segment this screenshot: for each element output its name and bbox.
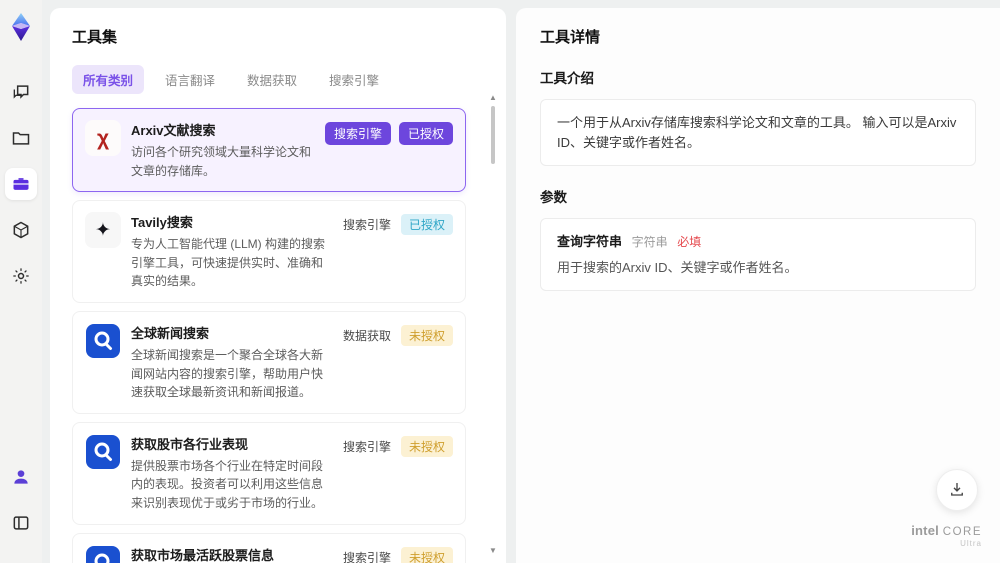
scrollbar-thumb[interactable] [491,106,495,164]
sidebar-item-collapse[interactable] [5,507,37,539]
scrollbar[interactable]: ▲ ▼ [488,94,498,557]
sidebar-item-folder[interactable] [5,122,37,154]
param-type: 字符串 [631,235,668,249]
params-card: 查询字符串 字符串 必填 用于搜索的Arxiv ID、关键字或作者姓名。 [540,218,976,291]
tool-status-badge: 未授权 [400,546,453,563]
params-heading: 参数 [540,190,567,205]
category-tab[interactable]: 语言翻译 [154,65,226,94]
category-tab[interactable]: 搜索引擎 [318,65,390,94]
tool-list: χ ✦ Arxiv文献搜索 访问各个研究领域大量科学论文和文章的存储库。 搜索引… [72,108,484,563]
tool-list-item[interactable]: χ ✦ 全球新闻搜索 全球新闻搜索是一个聚合全球各大新闻网站内容的搜索引擎，帮助… [72,310,466,414]
param-item: 查询字符串 字符串 必填 用于搜索的Arxiv ID、关键字或作者姓名。 [557,232,959,277]
sidebar-item-package[interactable] [5,214,37,246]
tool-icon: χ ✦ [85,120,121,156]
scroll-up-arrow[interactable]: ▲ [489,94,497,104]
page-title: 工具集 [72,29,118,46]
tool-icon: χ ✦ [85,212,121,249]
intro-card: 一个用于从Arxiv存储库搜索科学论文和文章的工具。 输入可以是Arxiv ID… [540,99,976,166]
tool-list-item[interactable]: χ ✦ Tavily搜索 专为人工智能代理 (LLM) 构建的搜索引擎工具，可快… [72,200,466,303]
tool-description: 提供股票市场各个行业在特定时间段内的表现。投资者可以利用这些信息来识别表现优于或… [131,458,324,510]
tool-list-panel: 工具集 所有类别语言翻译数据获取搜索引擎 χ ✦ Arxiv文献搜索 访问各个研… [50,8,506,563]
tool-status-badge: 未授权 [400,324,453,346]
chat-icon [11,82,31,102]
tool-name: Arxiv文献搜索 [131,123,216,138]
sidebar-item-profile[interactable] [5,461,37,493]
tool-category-tag: 搜索引擎 [324,122,391,145]
param-required-badge: 必填 [677,235,702,249]
folder-icon [11,128,31,148]
cube-icon [11,220,31,240]
tool-description: 访问各个研究领域大量科学论文和文章的存储库。 [131,145,312,178]
tool-category-tag: 搜索引擎 [342,550,391,563]
tool-status-badge: 未授权 [400,435,453,457]
tool-description: 全球新闻搜索是一个聚合全球各大新闻网站内容的搜索引擎，帮助用户快速获取全球最新资… [131,347,324,400]
tool-status-badge: 已授权 [400,214,453,236]
tool-category-tag: 搜索引擎 [342,218,391,233]
tool-category-tag: 数据获取 [342,328,391,343]
sidebar-item-chat[interactable] [5,76,37,108]
tool-list-item[interactable]: χ ✦ 获取市场最活跃股票信息 提供当天交易量最高的股票列表，投资者可以利用这些… [72,532,466,563]
download-icon [948,480,966,501]
tool-name: Tavily搜索 [131,215,193,231]
intro-text: 一个用于从Arxiv存储库搜索科学论文和文章的工具。 输入可以是Arxiv ID… [557,115,957,150]
tool-detail-panel: 工具详情 工具介绍 一个用于从Arxiv存储库搜索科学论文和文章的工具。 输入可… [516,8,1000,563]
param-name: 查询字符串 [557,234,623,249]
category-tabs: 所有类别 语言翻译 数据获取 搜索引擎 [72,65,484,94]
param-description: 用于搜索的Arxiv ID、关键字或作者姓名。 [557,259,798,275]
tool-name: 获取市场最活跃股票信息 [131,547,275,563]
tool-name: 获取股市各行业表现 [131,436,249,452]
tool-icon: χ ✦ [85,323,121,359]
sidebar-item-tools[interactable] [5,168,37,200]
intel-core-logo: intel core Ultra [911,522,982,549]
tool-icon: χ ✦ [85,545,121,563]
detail-title: 工具详情 [540,29,601,46]
params-list: 查询字符串 字符串 必填 用于搜索的Arxiv ID、关键字或作者姓名。 [557,232,959,277]
gear-icon [11,266,31,286]
tool-icon: χ ✦ [85,434,121,470]
tool-description: 专为人工智能代理 (LLM) 构建的搜索引擎工具，可快速提供实时、准确和真实的结… [131,237,326,289]
scrollbar-track[interactable] [488,104,498,547]
category-tab[interactable]: 所有类别 [72,65,145,94]
tool-list-item[interactable]: χ ✦ 获取股市各行业表现 提供股票市场各个行业在特定时间段内的表现。投资者可以… [72,421,466,525]
tool-list-item[interactable]: χ ✦ Arxiv文献搜索 访问各个研究领域大量科学论文和文章的存储库。 搜索引… [72,108,466,193]
panel-toggle-icon [11,513,31,533]
sidebar-item-settings[interactable] [5,260,37,292]
user-icon [11,467,31,487]
sidebar-rail [0,0,42,563]
app-root: 工具集 所有类别语言翻译数据获取搜索引擎 χ ✦ Arxiv文献搜索 访问各个研… [0,0,1000,563]
download-button[interactable] [936,469,978,511]
tool-name: 全球新闻搜索 [131,325,210,341]
scroll-down-arrow[interactable]: ▼ [489,547,497,557]
category-tab[interactable]: 数据获取 [236,65,308,94]
intro-heading: 工具介绍 [540,71,594,86]
app-logo [8,12,34,42]
tool-status-badge: 已授权 [398,122,453,145]
briefcase-icon [11,174,31,194]
tool-category-tag: 搜索引擎 [342,439,391,454]
